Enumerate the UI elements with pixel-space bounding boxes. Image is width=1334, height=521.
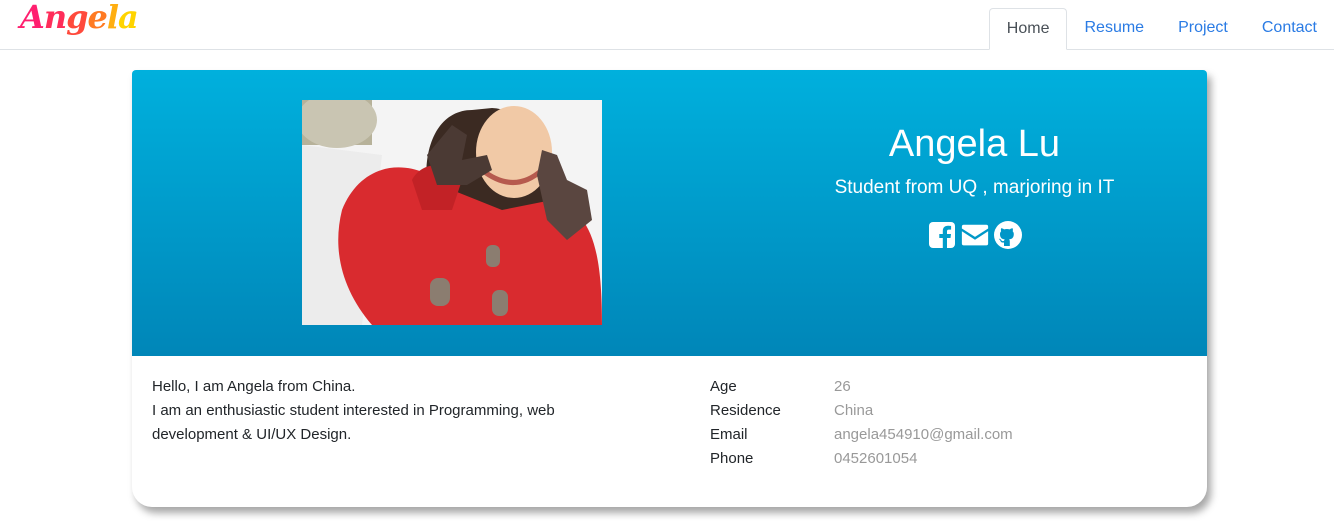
profile-photo (302, 100, 602, 325)
detail-label: Email (710, 426, 748, 443)
detail-label: Age (710, 378, 737, 395)
navbar: Angela Home Resume Project Contact (0, 0, 1334, 50)
github-icon[interactable] (993, 220, 1023, 250)
detail-value: China (834, 402, 874, 419)
detail-value[interactable]: angela454910@gmail.com (834, 423, 1013, 447)
nav-tabs: Home Resume Project Contact (988, 8, 1334, 50)
facebook-icon[interactable] (927, 220, 957, 250)
tab-contact[interactable]: Contact (1245, 8, 1334, 50)
envelope-icon[interactable] (960, 220, 990, 250)
tab-project[interactable]: Project (1161, 8, 1245, 50)
intro-line-1: Hello, I am Angela from China. (152, 378, 356, 395)
intro-text: Hello, I am Angela from China. I am an e… (152, 375, 632, 447)
detail-value: 26 (834, 378, 851, 395)
profile-details: Age 26 Residence China Email angela45491… (710, 375, 1013, 471)
detail-row-age: Age 26 (710, 375, 1013, 399)
logo[interactable]: Angela (20, 0, 139, 36)
intro-line-2: I am an enthusiastic student interested … (152, 402, 555, 443)
detail-row-email: Email angela454910@gmail.com (710, 423, 1013, 447)
profile-tagline: Student from UQ , marjoring in IT (834, 177, 1115, 198)
profile-name: Angela Lu (888, 123, 1061, 165)
detail-row-phone: Phone 0452601054 (710, 447, 1013, 471)
social-links (752, 220, 1197, 250)
detail-value[interactable]: 0452601054 (834, 447, 917, 471)
detail-label: Phone (710, 450, 754, 467)
tab-home[interactable]: Home (988, 8, 1068, 50)
profile-hero: Angela Lu Student from UQ , marjoring in… (752, 120, 1197, 250)
profile-banner: Angela Lu Student from UQ , marjoring in… (132, 70, 1207, 356)
detail-row-residence: Residence China (710, 399, 1013, 423)
tab-resume[interactable]: Resume (1067, 8, 1161, 50)
profile-card: Angela Lu Student from UQ , marjoring in… (132, 70, 1207, 507)
detail-label: Residence (710, 402, 781, 419)
